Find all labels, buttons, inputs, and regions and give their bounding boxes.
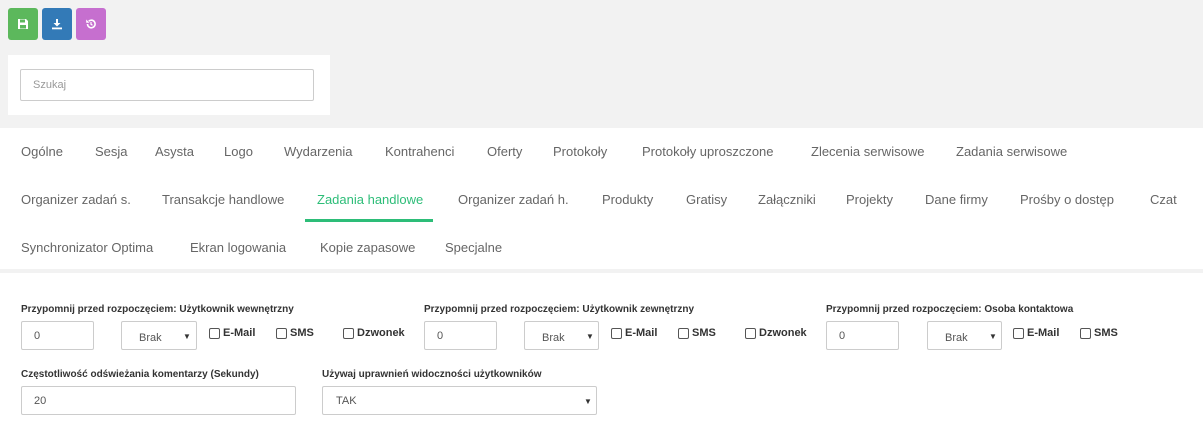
tab-zadania-serwisowe[interactable]: Zadania serwisowe	[956, 128, 1067, 176]
toolbar	[8, 8, 106, 40]
tab-sesja[interactable]: Sesja	[95, 128, 128, 176]
checkbox-label: SMS	[290, 327, 314, 339]
tab-row-2: Organizer zadań s. Transakcje handlowe Z…	[0, 176, 1203, 224]
tab-ekran-logowania[interactable]: Ekran logowania	[190, 224, 286, 272]
checkbox-label: SMS	[692, 327, 716, 339]
checkbox-box	[678, 327, 689, 339]
checkbox-box	[745, 327, 756, 339]
tab-zadania-handlowe[interactable]: Zadania handlowe	[304, 176, 434, 224]
tab-protokoly[interactable]: Protokoły	[553, 128, 607, 176]
tab-transakcje-handlowe[interactable]: Transakcje handlowe	[162, 176, 284, 224]
reminder-internal-call-checkbox[interactable]: Dzwonek	[343, 327, 405, 339]
reminder-contact-value-input[interactable]	[826, 321, 899, 350]
tab-dane-firmy[interactable]: Dane firmy	[925, 176, 988, 224]
download-button[interactable]	[42, 8, 72, 40]
floppy-icon	[18, 19, 28, 29]
reminder-external-sms-checkbox[interactable]: SMS	[678, 327, 716, 339]
reminder-contact-sms-checkbox[interactable]: SMS	[1080, 327, 1118, 339]
tab-zalaczniki[interactable]: Załączniki	[758, 176, 816, 224]
restore-button[interactable]	[76, 8, 106, 40]
tab-czat[interactable]: Czat	[1150, 176, 1177, 224]
search-panel	[8, 55, 330, 115]
reminder-external-call-checkbox[interactable]: Dzwonek	[745, 327, 807, 339]
settings-form: Przypomnij przed rozpoczęciem: Użytkowni…	[0, 277, 1203, 439]
chevron-down-icon: ▼	[989, 332, 997, 341]
tab-organizer-zadan-h[interactable]: Organizer zadań h.	[458, 176, 569, 224]
tab-specjalne[interactable]: Specjalne	[445, 224, 502, 272]
chevron-down-icon: ▼	[584, 397, 592, 406]
tab-logo[interactable]: Logo	[224, 128, 253, 176]
tab-gratisy[interactable]: Gratisy	[686, 176, 727, 224]
checkbox-box	[343, 327, 354, 339]
visibility-permissions-label: Używaj uprawnień widoczności użytkownikó…	[322, 369, 542, 380]
download-icon	[52, 19, 62, 30]
tab-projekty[interactable]: Projekty	[846, 176, 893, 224]
reminder-contact-unit-value: Brak	[945, 332, 968, 344]
tab-protokoly-uproszczone[interactable]: Protokoły uproszczone	[642, 128, 774, 176]
reminder-external-unit-select[interactable]: Brak ▼	[524, 321, 599, 350]
reminder-internal-unit-select[interactable]: Brak ▼	[121, 321, 197, 350]
refresh-frequency-label: Częstotliwość odświeżania komentarzy (Se…	[21, 369, 259, 380]
top-panel	[0, 0, 1203, 128]
tab-kontrahenci[interactable]: Kontrahenci	[385, 128, 454, 176]
tab-wydarzenia[interactable]: Wydarzenia	[284, 128, 353, 176]
search-input[interactable]	[20, 69, 314, 101]
reminder-internal-email-checkbox[interactable]: E-Mail	[209, 327, 255, 339]
reminder-external-label: Przypomnij przed rozpoczęciem: Użytkowni…	[424, 304, 695, 315]
checkbox-label: Dzwonek	[357, 327, 405, 339]
reminder-external-unit-value: Brak	[542, 332, 565, 344]
refresh-frequency-input[interactable]	[21, 386, 296, 415]
reminder-internal-label: Przypomnij przed rozpoczęciem: Użytkowni…	[21, 304, 294, 315]
tab-zlecenia-serwisowe[interactable]: Zlecenia serwisowe	[811, 128, 924, 176]
checkbox-box	[1080, 327, 1091, 339]
reminder-internal-unit-value: Brak	[139, 332, 162, 344]
checkbox-box	[1013, 327, 1024, 339]
checkbox-label: E-Mail	[1027, 327, 1060, 339]
tab-synchronizator-optima[interactable]: Synchronizator Optima	[21, 224, 153, 272]
visibility-permissions-select[interactable]: TAK ▼	[322, 386, 597, 415]
tab-row-1: Ogólne Sesja Asysta Logo Wydarzenia Kont…	[0, 128, 1203, 176]
save-button[interactable]	[8, 8, 38, 40]
chevron-down-icon: ▼	[183, 332, 191, 341]
tab-oferty[interactable]: Oferty	[487, 128, 522, 176]
reminder-internal-value-input[interactable]	[21, 321, 94, 350]
reminder-external-value-input[interactable]	[424, 321, 497, 350]
reminder-contact-unit-select[interactable]: Brak ▼	[927, 321, 1002, 350]
tab-produkty[interactable]: Produkty	[602, 176, 653, 224]
tab-prosby-o-dostep[interactable]: Prośby o dostęp	[1020, 176, 1114, 224]
checkbox-label: E-Mail	[625, 327, 658, 339]
reminder-contact-email-checkbox[interactable]: E-Mail	[1013, 327, 1059, 339]
tab-asysta[interactable]: Asysta	[155, 128, 194, 176]
reminder-contact-label: Przypomnij przed rozpoczęciem: Osoba kon…	[826, 304, 1074, 315]
chevron-down-icon: ▼	[586, 332, 594, 341]
restore-icon	[86, 19, 96, 29]
reminder-internal-sms-checkbox[interactable]: SMS	[276, 327, 314, 339]
reminder-external-email-checkbox[interactable]: E-Mail	[611, 327, 657, 339]
checkbox-label: E-Mail	[223, 327, 256, 339]
tab-row-3: Synchronizator Optima Ekran logowania Ko…	[0, 224, 1203, 272]
settings-tabs: Ogólne Sesja Asysta Logo Wydarzenia Kont…	[0, 128, 1203, 273]
tab-kopie-zapasowe[interactable]: Kopie zapasowe	[320, 224, 415, 272]
checkbox-box	[209, 327, 220, 339]
checkbox-label: SMS	[1094, 327, 1118, 339]
visibility-permissions-value: TAK	[336, 395, 357, 407]
checkbox-label: Dzwonek	[759, 327, 807, 339]
tab-organizer-zadan-s[interactable]: Organizer zadań s.	[21, 176, 131, 224]
checkbox-box	[611, 327, 622, 339]
checkbox-box	[276, 327, 287, 339]
tab-ogolne[interactable]: Ogólne	[21, 128, 63, 176]
